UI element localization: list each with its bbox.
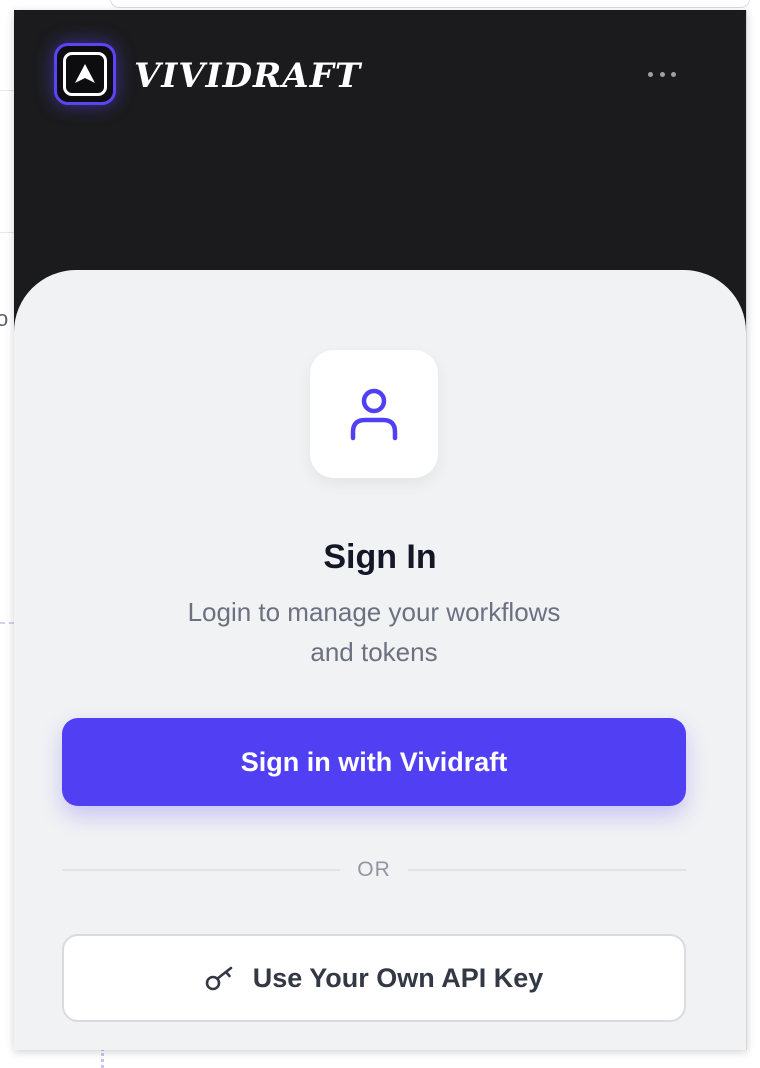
- background-dashed-line: [0, 622, 14, 624]
- page-subtitle: Login to manage your workflows and token…: [187, 597, 561, 667]
- user-icon: [350, 388, 398, 441]
- sign-in-button-label: Sign in with Vividraft: [240, 746, 508, 777]
- sign-in-card: Sign In Login to manage your workflows a…: [14, 270, 746, 1050]
- avatar-tile: [310, 350, 438, 478]
- background-divider: [0, 232, 14, 233]
- background-address-bar: [110, 0, 750, 8]
- more-dots-icon[interactable]: [648, 66, 676, 82]
- vividraft-logo-icon: [54, 43, 116, 105]
- brand-name: Vividraft: [134, 56, 362, 96]
- or-divider-label: OR: [357, 858, 391, 881]
- sign-in-with-vividraft-button[interactable]: Sign in with Vividraft: [62, 718, 686, 806]
- key-icon: [205, 966, 233, 991]
- divider-line-right: [408, 869, 686, 871]
- extension-popup: Vividraft Sign In Login to manage your w…: [14, 10, 747, 1050]
- background-partial-text: o: [0, 306, 9, 331]
- background-dotted-line: [101, 1048, 104, 1068]
- page-title: Sign In: [323, 538, 437, 576]
- background-divider: [0, 90, 14, 91]
- divider-line-left: [62, 869, 340, 871]
- use-own-api-key-button[interactable]: Use Your Own API Key: [62, 934, 686, 1022]
- api-key-button-label: Use Your Own API Key: [252, 962, 544, 993]
